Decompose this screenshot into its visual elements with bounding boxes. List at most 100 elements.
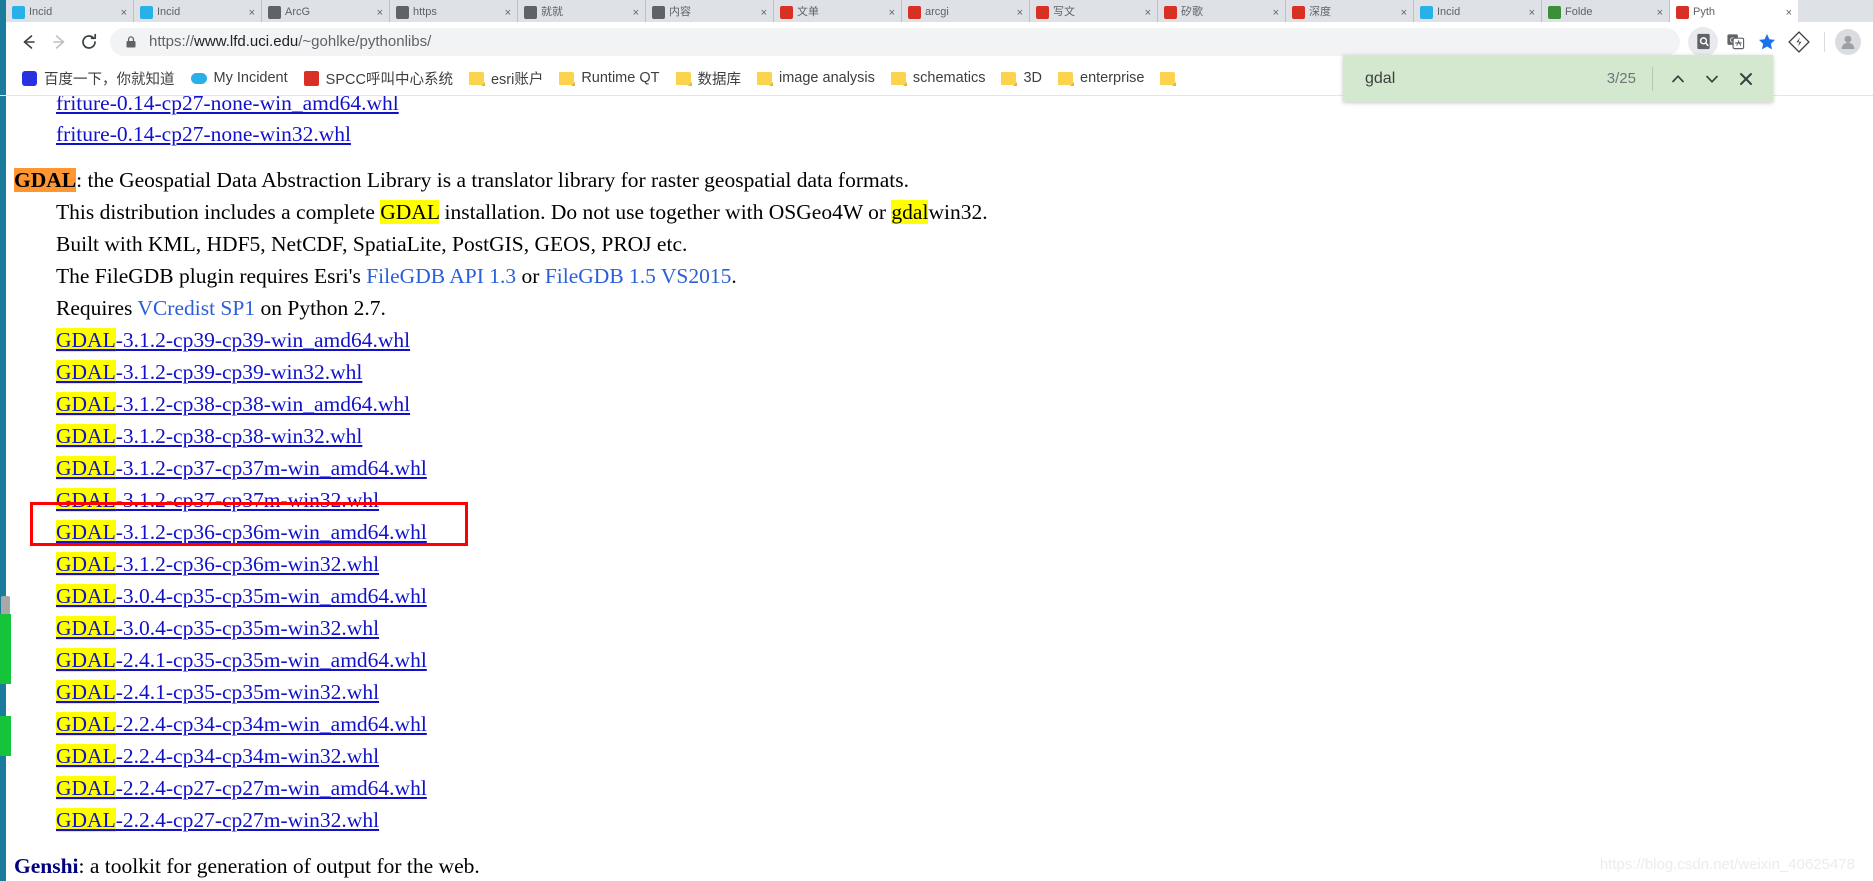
bookmark-star-icon[interactable]	[1752, 27, 1782, 57]
browser-tab[interactable]: Incid ×	[6, 0, 134, 22]
forward-button[interactable]	[44, 27, 74, 57]
extension-icon[interactable]	[1784, 27, 1814, 57]
link-gdal-wheel[interactable]: GDAL-3.1.2-cp38-cp38-win_amd64.whl	[56, 392, 410, 416]
list-item: friture-0.14-cp27-none-win32.whl	[12, 118, 1873, 150]
lock-icon	[124, 35, 138, 49]
bookmark-item[interactable]: schematics	[883, 68, 994, 88]
new-tab-button[interactable]	[1798, 0, 1834, 22]
profile-avatar[interactable]	[1835, 28, 1861, 55]
browser-tab[interactable]: 内容 ×	[646, 0, 774, 22]
tab-close-icon[interactable]: ×	[1145, 7, 1151, 19]
bookmark-item[interactable]: enterprise	[1050, 68, 1152, 88]
find-previous-button[interactable]	[1661, 62, 1695, 96]
browser-tab[interactable]: Pyth ×	[1670, 0, 1798, 22]
tab-close-icon[interactable]: ×	[1657, 7, 1663, 19]
browser-tab[interactable]: Incid ×	[1414, 0, 1542, 22]
link-filegdb-api-13[interactable]: FileGDB API 1.3	[366, 264, 516, 288]
find-input[interactable]	[1365, 69, 1607, 88]
tab-title: 就就	[541, 6, 563, 18]
link-gdal-wheel[interactable]: GDAL-2.2.4-cp34-cp34m-win_amd64.whl	[56, 712, 427, 736]
link-filename-rest: -2.2.4-cp27-cp27m-win_amd64.whl	[115, 776, 427, 800]
reload-button[interactable]	[74, 27, 104, 57]
toolbar-actions: G	[1688, 26, 1873, 57]
gdal-title-rest: : the Geospatial Data Abstraction Librar…	[76, 168, 909, 192]
tab-title: 写文	[1053, 6, 1075, 18]
url-path: /~gohlke/pythonlibs/	[298, 33, 432, 50]
link-friture-amd64[interactable]: friture-0.14-cp27-none-win_amd64.whl	[56, 96, 399, 115]
bookmark-item[interactable]: 数据库	[668, 66, 750, 91]
link-gdal-wheel[interactable]: GDAL-2.2.4-cp34-cp34m-win32.whl	[56, 744, 379, 768]
list-item: GDAL-3.1.2-cp36-cp36m-win32.whl	[12, 548, 1873, 580]
link-gdal-wheel[interactable]: GDAL-3.1.2-cp39-cp39-win32.whl	[56, 360, 362, 384]
browser-tab[interactable]: 矽歌 ×	[1158, 0, 1286, 22]
back-button[interactable]	[14, 27, 44, 57]
tab-close-icon[interactable]: ×	[1017, 7, 1023, 19]
link-vcredist-sp1[interactable]: VCredist SP1	[137, 296, 255, 320]
translate-icon[interactable]: G	[1720, 27, 1750, 57]
tab-close-icon[interactable]: ×	[1529, 7, 1535, 19]
tab-close-icon[interactable]: ×	[505, 7, 511, 19]
find-next-button[interactable]	[1695, 62, 1729, 96]
browser-tab[interactable]: 写文 ×	[1030, 0, 1158, 22]
browser-tab[interactable]: 就就 ×	[518, 0, 646, 22]
browser-tab[interactable]: ArcG ×	[262, 0, 390, 22]
browser-tab[interactable]: 文单 ×	[774, 0, 902, 22]
link-gdal-wheel[interactable]: GDAL-2.4.1-cp35-cp35m-win32.whl	[56, 680, 379, 704]
address-bar[interactable]: https://www.lfd.uci.edu/~gohlke/pythonli…	[110, 27, 1680, 56]
browser-tab[interactable]: Incid ×	[134, 0, 262, 22]
link-gdal-wheel[interactable]: GDAL-2.2.4-cp27-cp27m-win_amd64.whl	[56, 776, 427, 800]
gdal-term-active-match: GDAL	[14, 168, 77, 192]
browser-tab[interactable]: Folde ×	[1542, 0, 1670, 22]
tab-title: ArcG	[285, 6, 311, 18]
link-gdal-wheel[interactable]: GDAL-3.0.4-cp35-cp35m-win_amd64.whl	[56, 584, 427, 608]
link-gdal-wheel[interactable]: GDAL-3.1.2-cp36-cp36m-win_amd64.whl	[56, 520, 427, 544]
link-friture-win32[interactable]: friture-0.14-cp27-none-win32.whl	[56, 122, 351, 146]
bookmark-item[interactable]: My Incident	[183, 68, 296, 88]
tab-close-icon[interactable]: ×	[249, 7, 255, 19]
tab-favicon	[268, 6, 281, 19]
link-gdal-wheel[interactable]: GDAL-3.0.4-cp35-cp35m-win32.whl	[56, 616, 379, 640]
tab-close-icon[interactable]: ×	[1786, 7, 1792, 19]
browser-tab[interactable]: arcgi ×	[902, 0, 1030, 22]
link-gdal-wheel[interactable]: GDAL-2.2.4-cp27-cp27m-win32.whl	[56, 808, 379, 832]
tab-title: 文单	[797, 6, 819, 18]
link-gdal-wheel[interactable]: GDAL-3.1.2-cp38-cp38-win32.whl	[56, 424, 362, 448]
list-item: GDAL-2.4.1-cp35-cp35m-win_amd64.whl	[12, 644, 1873, 676]
bookmark-item[interactable]: 百度一下，你就知道	[14, 66, 183, 91]
bookmark-item[interactable]: image analysis	[749, 68, 883, 88]
bookmark-item[interactable]: esri账户	[461, 66, 551, 91]
bookmark-item[interactable]: SPCC呼叫中心系统	[296, 66, 461, 91]
browser-tab[interactable]: 深度 ×	[1286, 0, 1414, 22]
browser-tab[interactable]: https ×	[390, 0, 518, 22]
bookmark-item[interactable]: Runtime QT	[551, 68, 667, 88]
link-gdal-wheel[interactable]: GDAL-3.1.2-cp37-cp37m-win32.whl	[56, 488, 379, 512]
link-gdal-wheel[interactable]: GDAL-3.1.2-cp37-cp37m-win_amd64.whl	[56, 456, 427, 480]
find-close-button[interactable]	[1729, 62, 1763, 96]
bookmark-label: image analysis	[779, 70, 875, 86]
list-item: GDAL-3.1.2-cp38-cp38-win_amd64.whl	[12, 388, 1873, 420]
tab-title: Incid	[29, 6, 53, 18]
scrollbar[interactable]	[0, 96, 11, 881]
toolbar-left-edge	[0, 22, 6, 61]
find-in-page-icon[interactable]	[1688, 26, 1718, 57]
bookmark-item[interactable]	[1152, 70, 1183, 87]
list-item: GDAL-3.0.4-cp35-cp35m-win32.whl	[12, 612, 1873, 644]
tab-close-icon[interactable]: ×	[889, 7, 895, 19]
tab-close-icon[interactable]: ×	[377, 7, 383, 19]
link-filegdb-15-vs2015[interactable]: FileGDB 1.5 VS2015	[545, 264, 732, 288]
tab-close-icon[interactable]: ×	[121, 7, 127, 19]
folder-icon	[757, 71, 773, 86]
tab-close-icon[interactable]: ×	[761, 7, 767, 19]
link-gdal-wheel[interactable]: GDAL-2.4.1-cp35-cp35m-win_amd64.whl	[56, 648, 427, 672]
tab-close-icon[interactable]: ×	[1401, 7, 1407, 19]
link-gdal-wheel[interactable]: GDAL-3.1.2-cp39-cp39-win_amd64.whl	[56, 328, 410, 352]
tab-close-icon[interactable]: ×	[633, 7, 639, 19]
tab-close-icon[interactable]: ×	[1273, 7, 1279, 19]
cloud-icon	[190, 72, 207, 84]
bookmark-item[interactable]: 3D	[993, 68, 1050, 88]
link-filename-rest: -3.1.2-cp36-cp36m-win_amd64.whl	[115, 520, 427, 544]
link-gdal-wheel[interactable]: GDAL-3.1.2-cp36-cp36m-win32.whl	[56, 552, 379, 576]
page-viewport: friture-0.14-cp27-none-win_amd64.whl fri…	[0, 96, 1873, 881]
find-divider	[1652, 66, 1653, 91]
